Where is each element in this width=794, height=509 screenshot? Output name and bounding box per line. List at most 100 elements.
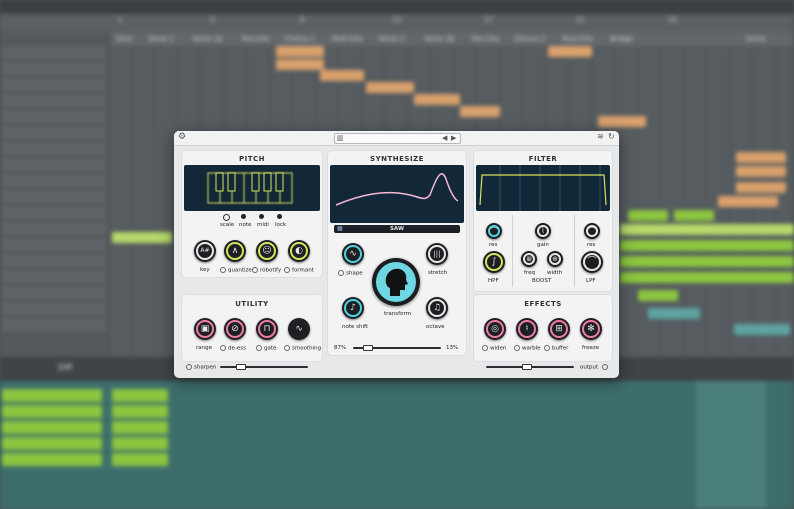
lock-dot[interactable] xyxy=(277,214,282,219)
lock-label: lock xyxy=(275,222,287,228)
audio-clip[interactable] xyxy=(734,324,790,335)
formant-knob[interactable]: ◐ xyxy=(288,240,310,262)
range-knob[interactable]: ▣ xyxy=(194,318,216,340)
clip-slot[interactable] xyxy=(112,437,168,450)
key-knob[interactable]: A# xyxy=(194,240,216,262)
audio-clip[interactable] xyxy=(620,240,794,251)
track-header[interactable] xyxy=(2,206,106,221)
midi-clip[interactable] xyxy=(276,59,324,70)
clip-slot[interactable] xyxy=(46,389,102,402)
filter-display[interactable] xyxy=(476,165,610,211)
lpf-knob[interactable]: ⌒ xyxy=(581,251,603,273)
transform-knob[interactable] xyxy=(372,258,420,306)
track-header[interactable] xyxy=(2,302,106,317)
track-header[interactable] xyxy=(2,254,106,269)
audio-clip[interactable] xyxy=(620,224,794,235)
clip-slot[interactable] xyxy=(112,389,168,402)
preset-next-button[interactable]: ▶ xyxy=(451,134,456,143)
hpf-res-knob[interactable]: ⌒ xyxy=(486,223,502,239)
audio-clip[interactable] xyxy=(638,290,678,301)
mix-slider-thumb[interactable] xyxy=(363,345,374,351)
quantize-knob[interactable]: ∧ xyxy=(224,240,246,262)
midi-clip[interactable] xyxy=(718,196,778,207)
shape-knob[interactable]: ∿ xyxy=(342,243,364,265)
preset-menu-icon[interactable]: ▥ xyxy=(337,134,344,143)
audio-clip[interactable] xyxy=(620,272,794,283)
track-header[interactable] xyxy=(2,62,106,77)
track-header[interactable] xyxy=(2,126,106,141)
midi-clip[interactable] xyxy=(598,116,646,127)
clip-slot[interactable] xyxy=(112,405,168,418)
track-header[interactable] xyxy=(2,286,106,301)
timeline-ruler[interactable]: 1 5 9 13 17 21 25 xyxy=(0,14,794,32)
lpf-res-knob[interactable]: ⌒ xyxy=(584,223,600,239)
stack-icon[interactable]: ≋ xyxy=(597,132,604,141)
track-header[interactable] xyxy=(2,46,106,61)
robotify-knob[interactable]: ☺ xyxy=(256,240,278,262)
clip-slot[interactable] xyxy=(46,453,102,466)
midi-clip[interactable] xyxy=(736,152,786,163)
warble-knob[interactable]: ♮ xyxy=(516,318,538,340)
note-dot[interactable] xyxy=(241,214,246,219)
waveform-selector[interactable]: ▦ SAW xyxy=(334,225,460,233)
note-shift-knob[interactable]: ♪ xyxy=(342,297,364,319)
audio-clip[interactable] xyxy=(628,210,668,221)
midi-clip[interactable] xyxy=(320,70,364,81)
pitch-keyboard-display[interactable] xyxy=(184,165,320,211)
buffer-knob[interactable]: ⊞ xyxy=(548,318,570,340)
hpf-knob[interactable]: ∫ xyxy=(483,251,505,273)
boost-width-knob[interactable]: ⊕ xyxy=(547,251,563,267)
freeze-knob[interactable]: ✻ xyxy=(580,318,602,340)
output-slider-thumb[interactable] xyxy=(522,364,532,370)
midi-clip[interactable] xyxy=(736,182,786,193)
audio-clip[interactable] xyxy=(648,308,700,319)
preset-prev-button[interactable]: ◀ xyxy=(442,134,447,143)
stretch-knob[interactable]: ||| xyxy=(426,243,448,265)
midi-clip[interactable] xyxy=(276,46,324,57)
waveform-display[interactable] xyxy=(330,165,464,223)
track-header[interactable] xyxy=(2,78,106,93)
gate-knob[interactable]: ⊓ xyxy=(256,318,278,340)
midi-dot[interactable] xyxy=(259,214,264,219)
refresh-icon[interactable]: ↻ xyxy=(608,132,615,141)
warble-label: warble xyxy=(514,345,541,352)
buffer-icon: ⊞ xyxy=(555,324,563,334)
midi-clip[interactable] xyxy=(414,94,460,105)
clip-slot[interactable] xyxy=(112,421,168,434)
track-header[interactable] xyxy=(2,190,106,205)
track-header[interactable] xyxy=(2,110,106,125)
octave-knob[interactable]: ♫ xyxy=(426,297,448,319)
audio-clip[interactable] xyxy=(674,210,714,221)
clip-slot[interactable] xyxy=(112,453,168,466)
transform-label: transform xyxy=(384,311,411,317)
clip-slot[interactable] xyxy=(46,437,102,450)
track-header[interactable] xyxy=(2,94,106,109)
track-header[interactable] xyxy=(2,318,106,333)
audio-clip[interactable] xyxy=(112,232,172,243)
sharpen-slider[interactable] xyxy=(220,366,308,368)
clip-slot[interactable] xyxy=(46,405,102,418)
track-header[interactable] xyxy=(2,238,106,253)
track-header[interactable] xyxy=(2,222,106,237)
track-header[interactable] xyxy=(2,158,106,173)
midi-clip[interactable] xyxy=(548,46,592,57)
gear-icon[interactable]: ⚙ xyxy=(178,132,186,142)
boost-freq-knob[interactable]: ⋓ xyxy=(521,251,537,267)
midi-clip[interactable] xyxy=(460,106,500,117)
track-header[interactable] xyxy=(2,142,106,157)
filter-divider xyxy=(574,215,575,287)
track-header[interactable] xyxy=(2,174,106,189)
clip-slot[interactable] xyxy=(46,421,102,434)
track-header[interactable] xyxy=(2,270,106,285)
midi-clip[interactable] xyxy=(736,166,786,177)
preset-selector[interactable]: ▥ ◀ ▶ xyxy=(334,133,461,144)
smoothing-knob[interactable]: ∿ xyxy=(288,318,310,340)
midi-clip[interactable] xyxy=(366,82,414,93)
de-ess-knob[interactable]: ⊘ xyxy=(224,318,246,340)
scale-dot[interactable] xyxy=(223,214,230,221)
sharpen-slider-thumb[interactable] xyxy=(236,364,246,370)
widen-knob[interactable]: ◎ xyxy=(484,318,506,340)
boost-gain-knob[interactable]: ⌇ xyxy=(535,223,551,239)
session-clip-grid[interactable] xyxy=(0,381,794,509)
audio-clip[interactable] xyxy=(620,256,794,267)
